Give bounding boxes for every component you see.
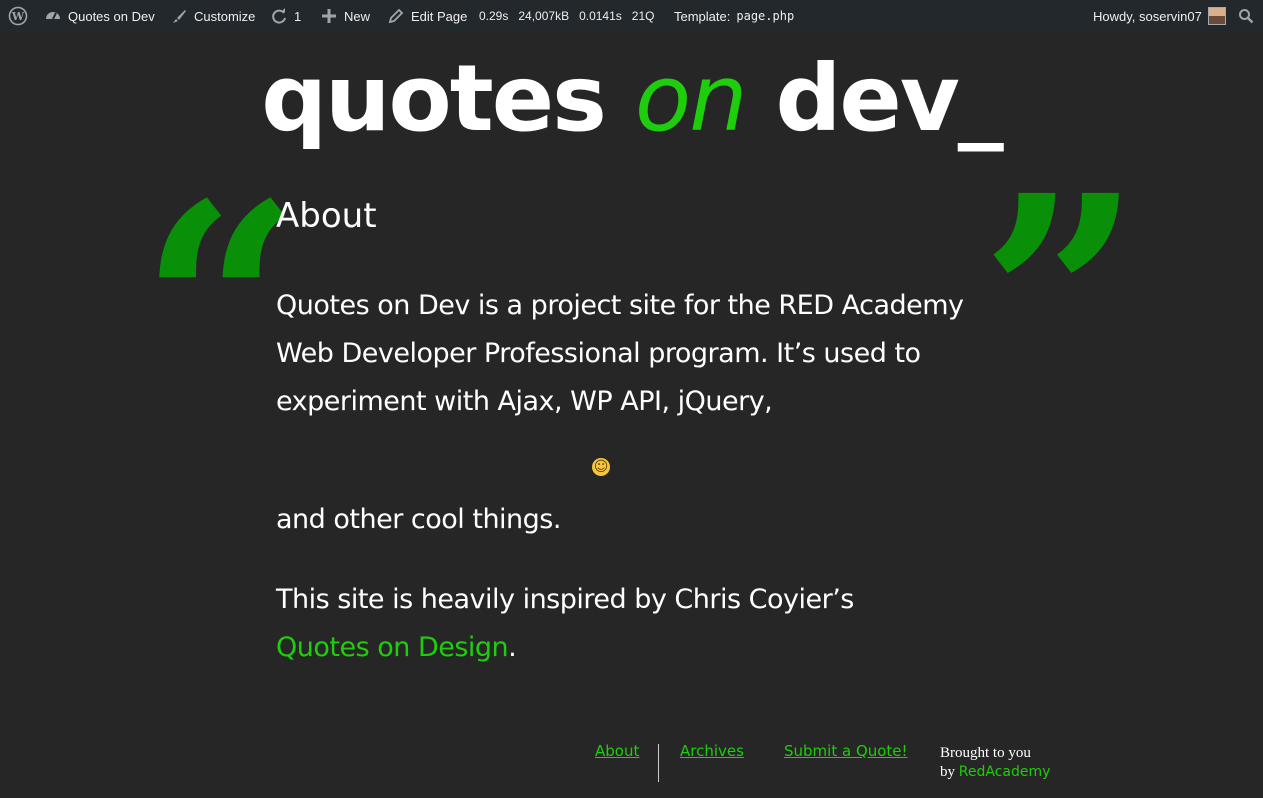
logo-dev: dev_ xyxy=(745,45,1004,152)
edit-page-label: Edit Page xyxy=(411,8,468,24)
search-button[interactable] xyxy=(1238,0,1254,32)
intro-paragraph: Quotes on Dev is a project site for the … xyxy=(276,290,964,417)
new-label: New xyxy=(344,8,371,24)
site-name-link[interactable]: Quotes on Dev xyxy=(44,0,155,32)
updates-count: 1 xyxy=(294,8,302,24)
template-label: Template: xyxy=(674,8,731,24)
footer-nav-about[interactable]: About xyxy=(595,742,639,760)
page-title: About xyxy=(276,196,377,236)
page-time-stat: 0.29s xyxy=(479,9,509,23)
query-count-stat: 21Q xyxy=(631,9,655,23)
inspired-period: . xyxy=(508,632,517,663)
red-academy-link[interactable]: RedAcademy xyxy=(959,764,1051,780)
logo-quotes: quotes xyxy=(261,45,635,152)
svg-text:W: W xyxy=(11,10,25,23)
brought-line: Brought to you xyxy=(940,745,1031,761)
wordpress-logo-icon[interactable]: W xyxy=(8,0,28,32)
page-content: About Quotes on Dev is a project site fo… xyxy=(276,190,996,672)
brush-icon xyxy=(173,10,186,23)
query-time-stat: 0.0141s xyxy=(579,9,622,23)
logo-on: on xyxy=(634,45,748,152)
dashboard-icon xyxy=(46,12,60,20)
footer-nav-submit-quote[interactable]: Submit a Quote! xyxy=(784,742,908,760)
template-file: page.php xyxy=(736,9,795,23)
refresh-icon xyxy=(272,8,286,24)
close-quote-icon: ” xyxy=(980,135,1142,464)
pencil-icon xyxy=(388,8,404,24)
footer-divider xyxy=(658,744,659,782)
howdy-label: Howdy, soservin07 xyxy=(1093,8,1202,24)
avatar xyxy=(1207,7,1226,25)
customize-label: Customize xyxy=(194,8,256,24)
plus-icon xyxy=(322,9,336,23)
brought-by: by xyxy=(940,764,955,780)
new-content-link[interactable]: New xyxy=(320,0,370,32)
inspired-text: This site is heavily inspired by Chris C… xyxy=(276,584,854,615)
footer-nav-archives[interactable]: Archives xyxy=(680,742,744,760)
cool-things-paragraph: and other cool things. xyxy=(276,504,561,535)
query-monitor-stats[interactable]: 0.29s 24,007kB 0.0141s 21Q xyxy=(479,0,654,32)
template-info[interactable]: Template: page.php xyxy=(674,0,794,32)
emoji-line: ☺ xyxy=(276,426,996,496)
site-name-label: Quotes on Dev xyxy=(68,8,155,24)
brought-to-you: Brought to you by RedAcademy xyxy=(940,744,1050,782)
edit-page-link[interactable]: Edit Page xyxy=(387,0,467,32)
admin-bar: W Quotes on Dev Customize 1 New Edit Pag… xyxy=(0,0,1263,32)
inspired-paragraph: This site is heavily inspired by Chris C… xyxy=(276,576,996,672)
updates-link[interactable]: 1 xyxy=(270,0,301,32)
customize-link[interactable]: Customize xyxy=(170,0,255,32)
my-account-menu[interactable]: Howdy, soservin07 xyxy=(1093,0,1226,32)
quotes-on-design-link[interactable]: Quotes on Design xyxy=(276,632,509,663)
memory-stat: 24,007kB xyxy=(518,9,570,23)
search-icon xyxy=(1239,9,1254,24)
smile-icon: ☺ xyxy=(592,458,610,476)
